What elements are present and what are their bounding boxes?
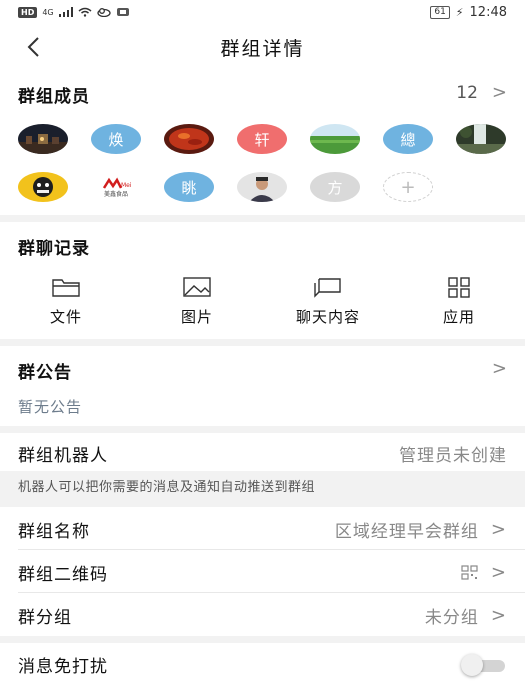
dnd-toggle[interactable] (461, 653, 507, 676)
green-field-avatar (310, 124, 360, 154)
avatar-3[interactable] (164, 124, 214, 154)
group-name-value: 区域经理早会群组 (334, 522, 479, 542)
chevron-right-icon: > (490, 605, 507, 626)
avatar-9[interactable]: Mei 美鑫食品 (91, 172, 141, 202)
plus-icon: + (400, 176, 416, 198)
nav-bar: 群组详情 (0, 24, 525, 70)
portrait-avatar (237, 172, 287, 202)
apps-icon (448, 277, 470, 298)
group-category-row[interactable]: 群分组 未分组 > (18, 603, 507, 628)
svg-text:Mei: Mei (121, 182, 131, 189)
settings-card: 群组名称 区域经理早会群组 > 群组二维码 > 群分组 未分组 > (0, 507, 525, 636)
members-title: 群组成员 (18, 87, 90, 107)
announcement-title: 群公告 (18, 363, 72, 383)
robot-label: 群组机器人 (18, 446, 108, 466)
avatar-4-text: 轩 (254, 130, 270, 149)
divider (18, 549, 525, 550)
avatar-9-text: 美鑫食品 (103, 190, 128, 198)
hd-badge: HD (18, 6, 38, 18)
dnd-label: 消息免打扰 (18, 657, 108, 677)
mei-logo-icon: Mei (102, 177, 131, 189)
waterfall-avatar (456, 124, 506, 154)
tool-images[interactable]: 图片 (137, 276, 257, 327)
charging-icon: ⚡ (455, 5, 464, 19)
toggle-knob (461, 653, 483, 676)
tool-files[interactable]: 文件 (6, 276, 126, 327)
cloud-icon (96, 8, 111, 17)
image-icon (183, 277, 211, 297)
clock: 12:48 (469, 4, 507, 20)
dnd-card: 消息免打扰 (0, 643, 525, 686)
announcement-card[interactable]: 群公告 > 暂无公告 (0, 346, 525, 426)
signal-icon (58, 7, 73, 17)
tool-chat-content[interactable]: 聊天内容 (268, 276, 388, 327)
group-category-label: 群分组 (18, 608, 72, 628)
battery-level: 61 (430, 5, 450, 19)
chat-records-title: 群聊记录 (18, 239, 90, 259)
chat-records-card: 群聊记录 文件 图片 聊天内容 应用 (0, 222, 525, 339)
robot-value: 管理员未创建 (399, 446, 507, 466)
chevron-right-icon: > (491, 358, 507, 379)
network-label: 4G (42, 7, 54, 17)
announcement-empty-text: 暂无公告 (18, 398, 83, 416)
chat-bubble-icon (314, 278, 341, 298)
robot-card[interactable]: 群组机器人 管理员未创建 (0, 433, 525, 471)
night-city-avatar (18, 124, 68, 154)
tool-images-label: 图片 (180, 308, 213, 326)
wifi-icon (78, 7, 92, 17)
robot-hint: 机器人可以把你需要的消息及通知自动推送到群组 (0, 473, 525, 507)
group-name-row[interactable]: 群组名称 区域经理早会群组 > (18, 517, 507, 542)
avatar-5[interactable] (310, 124, 360, 154)
avatar-10-text: 眺 (181, 178, 197, 197)
tool-apps-label: 应用 (442, 308, 475, 326)
group-name-label: 群组名称 (18, 522, 90, 542)
cartoon-avatar (18, 172, 68, 202)
avatar-4[interactable]: 轩 (237, 124, 287, 154)
avatar-1[interactable] (18, 124, 68, 154)
avatar-8[interactable] (18, 172, 68, 202)
qr-code-icon (461, 564, 478, 580)
avatar-11[interactable] (237, 172, 287, 202)
group-qr-row[interactable]: 群组二维码 > (18, 560, 507, 585)
chevron-right-icon: > (491, 82, 507, 103)
avatar-2[interactable]: 焕 (91, 124, 141, 154)
tool-files-label: 文件 (49, 308, 82, 326)
avatar-12[interactable]: 方 (310, 172, 360, 202)
avatar-7[interactable] (456, 124, 506, 154)
members-card: 群组成员 12 > 焕 轩 總 Mei 美鑫食品 眺 方 + (0, 70, 525, 215)
avatar-12-text: 方 (327, 178, 343, 197)
avatar-6[interactable]: 總 (383, 124, 433, 154)
food-avatar (164, 124, 214, 154)
divider (18, 592, 525, 593)
notification-icon (116, 8, 129, 16)
members-count: 12 (456, 82, 478, 103)
chevron-right-icon: > (490, 519, 507, 540)
add-member-button[interactable]: + (383, 172, 433, 202)
chevron-right-icon: > (490, 562, 507, 583)
avatar-6-text: 總 (400, 130, 416, 149)
group-category-value: 未分组 (424, 608, 479, 628)
status-bar: HD 4G 61 ⚡ 12:48 (0, 0, 525, 24)
avatar-2-text: 焕 (108, 130, 124, 149)
avatar-10[interactable]: 眺 (164, 172, 214, 202)
tool-apps[interactable]: 应用 (399, 276, 519, 327)
folder-icon (52, 279, 80, 297)
page-title: 群组详情 (220, 38, 305, 60)
tool-chat-content-label: 聊天内容 (295, 308, 360, 326)
group-qr-label: 群组二维码 (18, 565, 108, 585)
members-count-link[interactable]: 12 > (456, 82, 507, 103)
